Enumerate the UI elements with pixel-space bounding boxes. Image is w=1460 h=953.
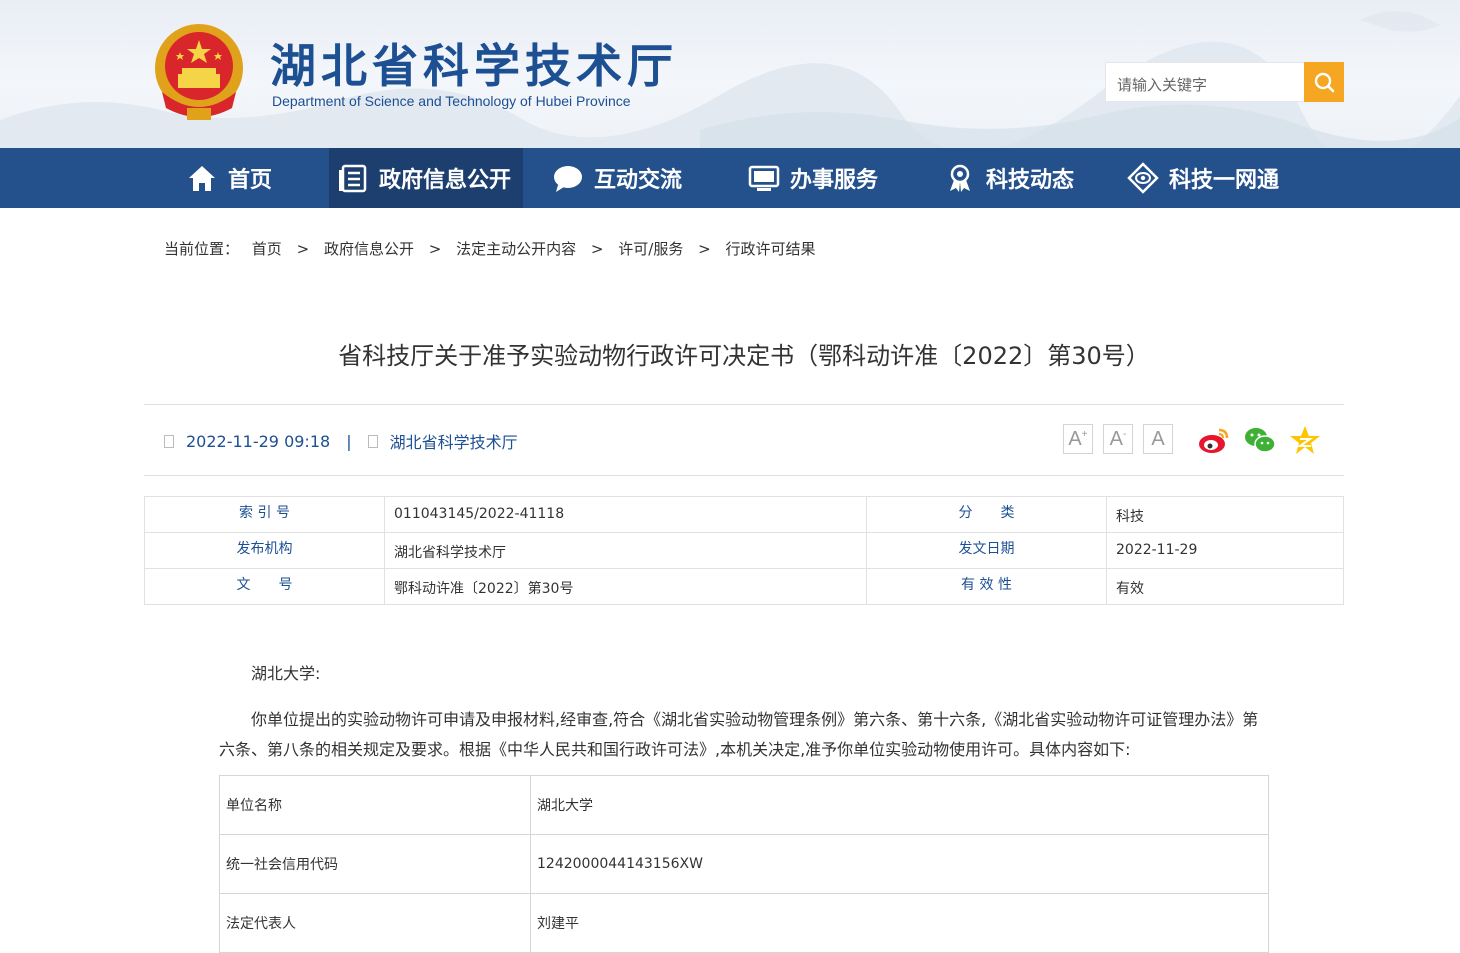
info-label: 分 类: [866, 496, 1107, 533]
detail-value: 刘建平: [530, 893, 1269, 953]
search-button[interactable]: [1304, 62, 1344, 102]
calendar-icon: [164, 434, 174, 448]
minus-icon: -: [1123, 428, 1127, 440]
nav-item-label: 科技一网通: [1169, 168, 1280, 193]
info-label: 发文日期: [866, 532, 1107, 569]
font-reset-label: A: [1151, 427, 1165, 450]
info-label: 文 号: [144, 568, 385, 605]
info-value: 011043145/2022-41118: [384, 496, 867, 533]
breadcrumb-separator: >: [698, 240, 711, 258]
detail-key: 统一社会信用代码: [219, 834, 531, 894]
info-value: 科技: [1106, 496, 1344, 533]
info-value: 湖北省科学技术厅: [384, 532, 867, 569]
info-value: 鄂科动许准〔2022〕第30号: [384, 568, 867, 605]
award-icon: [944, 162, 976, 194]
plus-icon: +: [1081, 428, 1088, 440]
eye-diamond-icon: [1127, 162, 1159, 194]
info-label: 有 效 性: [866, 568, 1107, 605]
breadcrumb-prefix: 当前位置：: [164, 240, 240, 258]
qzone-star-icon[interactable]: [1288, 424, 1322, 456]
detail-key: 单位名称: [219, 775, 531, 835]
home-icon: [186, 162, 218, 194]
paragraph-line: 你单位提出的实验动物许可申请及申报材料,经审查,符合《湖北省实验动物管理条例》第…: [251, 710, 1259, 729]
nav-item-label: 科技动态: [986, 168, 1075, 193]
nav-item-services[interactable]: 办事服务: [748, 148, 878, 208]
document-info-table: 索 引 号 011043145/2022-41118 分 类 科技 发布机构 湖…: [144, 496, 1344, 605]
nav-item-label: 首页: [228, 168, 273, 193]
site-subtitle: Department of Science and Technology of …: [272, 93, 631, 109]
nav-item-tech-news[interactable]: 科技动态: [944, 148, 1074, 208]
nav-item-label: 办事服务: [790, 168, 879, 193]
divider: [144, 475, 1344, 476]
search-input[interactable]: 请输入关键字: [1105, 62, 1304, 102]
font-increase-button[interactable]: A +: [1063, 424, 1093, 454]
source-icon: [367, 434, 378, 448]
meta-separator: |: [346, 431, 352, 451]
main-nav: 首页 政府信息公开 互动交流 办事服务 科技动态 科技一网通: [0, 148, 1460, 208]
detail-key: 法定代表人: [219, 893, 531, 953]
info-label: 索 引 号: [144, 496, 385, 533]
site-title: 湖北省科学技术厅: [270, 39, 678, 93]
article-meta: 2022-11-29 09:18 | 湖北省科学技术厅: [164, 429, 518, 453]
table-row: 文 号 鄂科动许准〔2022〕第30号 有 效 性 有效: [144, 568, 1344, 605]
info-label: 发布机构: [144, 532, 385, 569]
nav-item-gov-info[interactable]: 政府信息公开: [329, 148, 523, 208]
detail-value: 1242000044143156XW: [530, 834, 1269, 894]
breadcrumb-link-license[interactable]: 许可/服务: [618, 240, 683, 258]
info-value: 有效: [1106, 568, 1344, 605]
table-row: 索 引 号 011043145/2022-41118 分 类 科技: [144, 496, 1344, 533]
paragraph-line: 六条、第八条的相关规定及要求。根据《中华人民共和国行政许可法》,本机关决定,准予…: [219, 740, 1131, 759]
breadcrumb-link-result[interactable]: 行政许可结果: [725, 240, 815, 258]
divider: [144, 404, 1344, 405]
nav-item-one-network[interactable]: 科技一网通: [1127, 148, 1279, 208]
nav-item-label: 互动交流: [594, 168, 683, 193]
table-row: 统一社会信用代码 1242000044143156XW: [219, 834, 1269, 894]
breadcrumb-link-home[interactable]: 首页: [252, 240, 282, 258]
publish-date: 2022-11-29 09:18: [186, 431, 331, 451]
breadcrumb-link-gov-info[interactable]: 政府信息公开: [324, 240, 414, 258]
breadcrumb-separator: >: [428, 240, 442, 258]
site-header: 湖北省科学技术厅 Department of Science and Techn…: [0, 0, 1460, 148]
chat-bubble-icon: [552, 162, 584, 194]
table-row: 法定代表人 刘建平: [219, 893, 1269, 953]
breadcrumb: 当前位置： 首页 > 政府信息公开 > 法定主动公开内容 > 许可/服务 > 行…: [164, 238, 815, 259]
font-decrease-label: A: [1109, 427, 1123, 450]
license-detail-table: 单位名称 湖北大学 统一社会信用代码 1242000044143156XW 法定…: [219, 775, 1269, 953]
weibo-icon[interactable]: [1197, 424, 1231, 456]
font-reset-button[interactable]: A: [1143, 424, 1173, 454]
national-emblem-icon: [155, 24, 243, 120]
table-row: 单位名称 湖北大学: [219, 775, 1269, 835]
article-title: 省科技厅关于准予实验动物行政许可决定书（鄂科动许准〔2022〕第30号）: [338, 342, 1150, 370]
nav-item-label: 政府信息公开: [379, 168, 512, 193]
wechat-icon[interactable]: [1243, 424, 1277, 456]
publish-source: 湖北省科学技术厅: [389, 433, 518, 452]
breadcrumb-separator: >: [590, 240, 604, 258]
font-decrease-button[interactable]: A-: [1103, 424, 1133, 454]
font-increase-label: A: [1068, 427, 1082, 450]
salutation: 湖北大学:: [251, 664, 321, 683]
document-list-icon: [337, 162, 369, 194]
breadcrumb-link-statutory[interactable]: 法定主动公开内容: [456, 240, 576, 258]
detail-value: 湖北大学: [530, 775, 1269, 835]
nav-item-interaction[interactable]: 互动交流: [552, 148, 682, 208]
info-value: 2022-11-29: [1106, 532, 1344, 569]
breadcrumb-separator: >: [296, 240, 310, 258]
table-row: 发布机构 湖北省科学技术厅 发文日期 2022-11-29: [144, 532, 1344, 569]
monitor-icon: [748, 162, 780, 194]
search-icon: [1314, 72, 1335, 93]
nav-item-home[interactable]: 首页: [186, 148, 272, 208]
